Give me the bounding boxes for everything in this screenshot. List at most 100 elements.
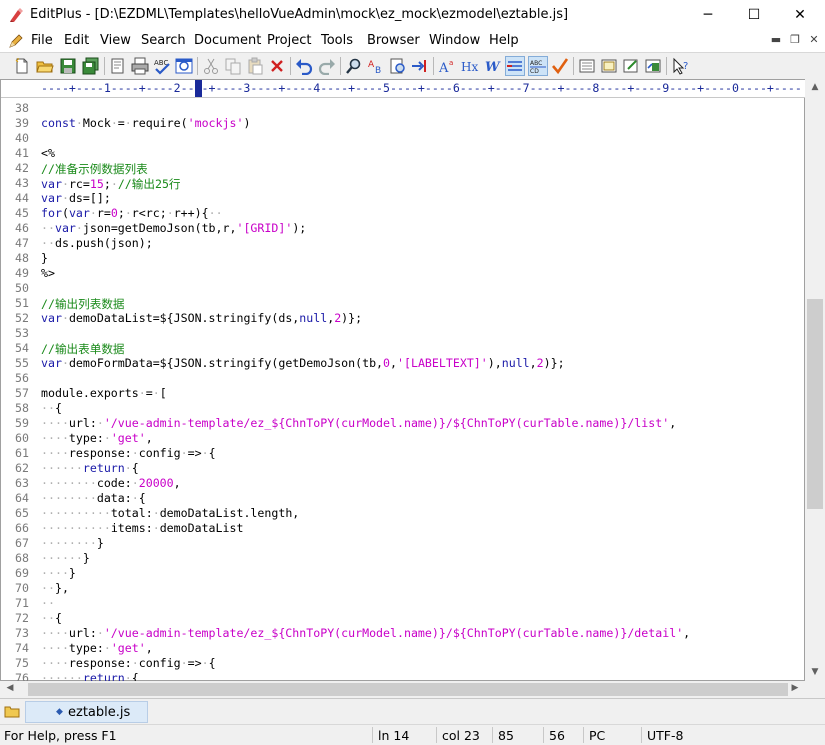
file-tab-eztable[interactable]: ◆ eztable.js: [25, 701, 148, 723]
check-icon[interactable]: [551, 57, 569, 75]
print-preview-icon[interactable]: [109, 57, 127, 75]
heading-icon[interactable]: Hx: [461, 57, 479, 75]
line-number: 38: [1, 101, 29, 115]
column-ruler-icon[interactable]: ABCCD: [529, 57, 547, 75]
code-line: //输出表单数据: [41, 341, 125, 357]
svg-text:W: W: [485, 60, 501, 75]
whitespace-marker: ····: [41, 641, 69, 655]
menu-edit[interactable]: Edit: [64, 33, 89, 48]
whitespace-marker: ··: [41, 581, 55, 595]
code-token: )};: [341, 311, 362, 325]
menu-browser[interactable]: Browser: [367, 33, 420, 48]
help-icon[interactable]: ?: [672, 57, 690, 75]
scroll-down-icon[interactable]: ▼: [805, 667, 825, 677]
line-number: 63: [1, 476, 29, 490]
code-token: var: [41, 311, 62, 325]
vertical-scrollbar[interactable]: ▲ ▼: [805, 79, 825, 681]
menu-project[interactable]: Project: [267, 33, 311, 48]
goto-icon[interactable]: [411, 57, 429, 75]
line-number-icon[interactable]: [506, 57, 524, 75]
menu-file[interactable]: File: [31, 33, 53, 48]
code-token: //准备示例数据列表: [41, 162, 148, 176]
code-token: total:: [111, 506, 153, 520]
font-icon[interactable]: Aa: [438, 57, 456, 75]
svg-text:A: A: [368, 60, 375, 70]
horizontal-scrollbar[interactable]: ◀ ▶: [0, 681, 805, 698]
directory-icon[interactable]: [644, 57, 662, 75]
column-ruler: ----+----1----+----2----+----3----+----4…: [1, 80, 805, 98]
save-icon[interactable]: [59, 57, 77, 75]
menu-document[interactable]: Document: [194, 33, 261, 48]
whitespace-marker: ·: [139, 386, 146, 400]
copy-icon[interactable]: [224, 57, 242, 75]
scroll-left-icon[interactable]: ◀: [0, 683, 20, 693]
new-icon[interactable]: [13, 57, 31, 75]
code-token: Mock: [83, 116, 111, 130]
code-token: {: [55, 401, 62, 415]
menu-search[interactable]: Search: [141, 33, 186, 48]
code-token: var: [69, 206, 90, 220]
maximize-button[interactable]: ☐: [731, 0, 777, 30]
spell-check-icon[interactable]: ABC: [153, 57, 171, 75]
line-number: 39: [1, 116, 29, 130]
browser-preview-icon[interactable]: [175, 57, 193, 75]
mdi-minimize-button[interactable]: ▬: [767, 33, 785, 49]
whitespace-marker: ··········: [41, 506, 111, 520]
cut-icon[interactable]: [202, 57, 220, 75]
line-number: 41: [1, 146, 29, 160]
code-token: ,: [683, 626, 690, 640]
code-token: 0: [111, 206, 118, 220]
code-token: ,: [390, 356, 397, 370]
split-icon[interactable]: [578, 57, 596, 75]
scroll-up-icon[interactable]: ▲: [805, 82, 825, 92]
menu-tools[interactable]: Tools: [321, 33, 353, 48]
menu-window[interactable]: Window: [429, 33, 480, 48]
paste-icon[interactable]: [246, 57, 264, 75]
code-token: demoDataList=${JSON.stringify(ds,: [69, 311, 299, 325]
mdi-close-button[interactable]: ✕: [805, 33, 823, 49]
code-token: code:: [97, 476, 132, 490]
code-token: var: [55, 221, 76, 235]
open-icon[interactable]: [36, 57, 54, 75]
undo-icon[interactable]: [295, 57, 313, 75]
whitespace-marker: ··: [41, 236, 55, 250]
word-wrap-icon[interactable]: W: [484, 57, 502, 75]
menu-view[interactable]: View: [100, 33, 131, 48]
code-token: url:: [69, 416, 97, 430]
close-window-button[interactable]: ✕: [777, 0, 823, 30]
folder-icon[interactable]: [4, 703, 20, 719]
code-line: var·demoFormData=${JSON.stringify(getDem…: [41, 356, 565, 370]
code-token: {: [55, 611, 62, 625]
cliptext-icon[interactable]: [622, 57, 640, 75]
scroll-right-icon[interactable]: ▶: [785, 683, 805, 693]
vertical-scroll-thumb[interactable]: [807, 299, 823, 509]
replace-icon[interactable]: AB: [367, 57, 385, 75]
code-line: ··{: [41, 611, 62, 625]
find-in-files-icon[interactable]: [389, 57, 407, 75]
code-editor[interactable]: ----+----1----+----2----+----3----+----4…: [0, 79, 805, 681]
zoom-icon[interactable]: [600, 57, 618, 75]
code-token: ),: [488, 356, 502, 370]
status-total-lines: 85: [498, 728, 514, 743]
code-line: ····type:·'get',: [41, 641, 153, 655]
code-line: ········code:·20000,: [41, 476, 181, 490]
save-all-icon[interactable]: [82, 57, 100, 75]
delete-icon[interactable]: [268, 57, 286, 75]
minimize-button[interactable]: ─: [685, 0, 731, 30]
code-token: config: [139, 446, 181, 460]
whitespace-marker: ·: [111, 116, 118, 130]
toolbar-separator: [666, 57, 667, 75]
code-token: =: [118, 116, 125, 130]
menu-help[interactable]: Help: [489, 33, 519, 48]
print-icon[interactable]: [131, 57, 149, 75]
code-token: }: [83, 551, 90, 565]
horizontal-scroll-thumb[interactable]: [28, 683, 788, 696]
whitespace-marker: ······: [41, 551, 83, 565]
find-icon[interactable]: [345, 57, 363, 75]
code-line: ··········items:·demoDataList: [41, 521, 243, 535]
status-separator: [372, 727, 373, 743]
redo-icon[interactable]: [318, 57, 336, 75]
code-token: config: [139, 656, 181, 670]
whitespace-marker: ·: [125, 116, 132, 130]
mdi-restore-button[interactable]: ❐: [786, 33, 804, 49]
